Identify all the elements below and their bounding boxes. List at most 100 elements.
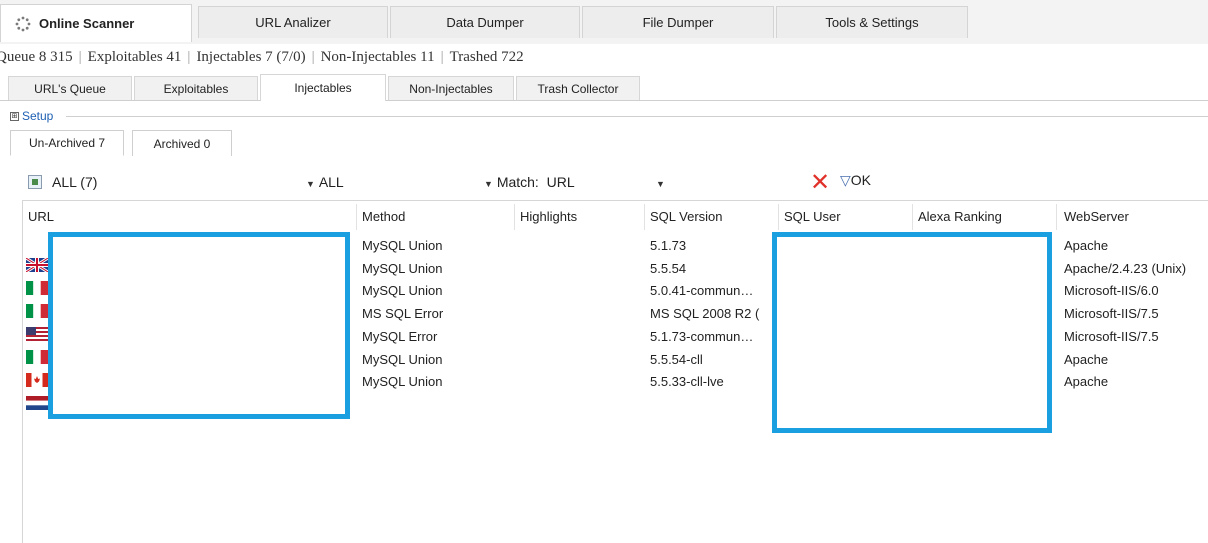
stat-non-injectables: Non-Injectables 11: [320, 48, 435, 65]
cell-method: MySQL Union: [362, 261, 443, 276]
tab-label: Non-Injectables: [409, 81, 493, 96]
cell-sql-version: 5.1.73-commun…: [650, 329, 754, 344]
column-header-webserver[interactable]: WebServer: [1058, 206, 1208, 228]
tab-label: Archived 0: [153, 136, 211, 151]
stat-exploitables: Exploitables 41: [87, 48, 182, 65]
header-label: Highlights: [520, 209, 578, 224]
cell-webserver: Apache: [1064, 374, 1109, 389]
tab-label: URL's Queue: [34, 81, 106, 96]
tab-urls-queue[interactable]: URL's Queue: [8, 76, 132, 100]
sub-tab-bar: URL's Queue Exploitables Injectables Non…: [0, 74, 1208, 101]
tab-label: Online Scanner: [39, 16, 135, 31]
header-label: Method: [362, 209, 406, 224]
column-header-sql-version[interactable]: SQL Version: [644, 206, 778, 228]
flag-ca-icon: [26, 373, 48, 387]
header-label: URL: [28, 209, 55, 224]
cell-webserver: Apache: [1064, 238, 1109, 253]
cell-webserver: Apache/2.4.23 (Unix): [1064, 261, 1187, 276]
cell-webserver: Microsoft-IIS/7.5: [1064, 306, 1159, 321]
flag-nl-icon: [26, 396, 48, 410]
tab-label: Exploitables: [163, 81, 229, 96]
cell-sql-version: 5.5.54-cll: [650, 352, 703, 367]
tab-label: File Dumper: [642, 15, 714, 30]
cell-method: MySQL Union: [362, 352, 443, 367]
tab-label: Trash Collector: [537, 81, 619, 96]
stats-bar: Queue 8 315 | Exploitables 41 | Injectab…: [0, 44, 1208, 70]
header-label: SQL User: [784, 209, 841, 224]
column-header-method[interactable]: Method: [356, 206, 514, 228]
stat-queue: Queue 8 315: [0, 48, 73, 65]
tab-label: Un-Archived 7: [28, 136, 106, 150]
apply-filter-icon: ▽: [840, 172, 851, 188]
cell-sql-version: MS SQL 2008 R2 (: [650, 306, 760, 321]
cell-method: MySQL Error: [362, 329, 438, 344]
match-label: Match:: [496, 174, 539, 190]
cell-method: MySQL Union: [362, 374, 443, 389]
grid-icon: [28, 175, 42, 189]
stat-injectables: Injectables 7 (7/0): [196, 48, 306, 65]
tab-data-dumper[interactable]: Data Dumper: [390, 6, 580, 38]
column-separator[interactable]: [1056, 204, 1057, 230]
tab-trash-collector[interactable]: Trash Collector: [516, 76, 640, 100]
flag-it-icon: [26, 281, 48, 295]
cell-webserver: Apache: [1064, 352, 1109, 367]
filter-bar: ALL (7) ▼ ALL ▼ Match: URL ▼ ✕ ▽OK: [0, 166, 1208, 196]
flag-it-icon: [26, 350, 48, 364]
setup-group-toggle[interactable]: ⊞ Setup: [10, 109, 53, 123]
separator: |: [311, 48, 315, 65]
spinner-icon: [15, 16, 31, 32]
cell-sql-version: 5.1.73: [650, 238, 687, 253]
divider: [66, 116, 1208, 117]
header-label: SQL Version: [650, 209, 723, 224]
dropdown-arrow-icon: ▼: [484, 179, 493, 189]
expand-icon: ⊞: [10, 111, 19, 121]
setup-label: Setup: [22, 109, 54, 123]
separator: |: [78, 48, 82, 65]
column-header-url[interactable]: URL: [22, 206, 356, 228]
tab-injectables[interactable]: Injectables: [260, 74, 386, 101]
match-dropdown-arrow[interactable]: ▼: [656, 174, 665, 190]
tab-online-scanner[interactable]: Online Scanner: [0, 4, 192, 42]
dropdown-arrow-icon: ▼: [656, 179, 665, 189]
tab-tools-settings[interactable]: Tools & Settings: [776, 6, 968, 38]
tab-label: URL Analizer: [255, 15, 331, 30]
tab-label: Injectables: [294, 81, 352, 95]
delete-icon[interactable]: ✕: [810, 168, 830, 197]
second-filter-value: ALL: [318, 174, 344, 190]
tab-archived[interactable]: Archived 0: [132, 130, 232, 156]
view-filter-dropdown[interactable]: ALL (7): [52, 174, 97, 190]
tab-un-archived[interactable]: Un-Archived 7: [10, 130, 124, 156]
cell-method: MySQL Union: [362, 238, 443, 253]
second-filter-dropdown[interactable]: ▼ ALL: [306, 174, 344, 190]
cell-method: MS SQL Error: [362, 306, 444, 321]
view-filter-value: ALL (7): [52, 174, 98, 190]
cell-webserver: Microsoft-IIS/6.0: [1064, 283, 1159, 298]
tab-exploitables[interactable]: Exploitables: [134, 76, 258, 100]
cell-sql-version: 5.5.54: [650, 261, 687, 276]
column-header-alexa-ranking[interactable]: Alexa Ranking: [912, 206, 1056, 228]
cell-method: MySQL Union: [362, 283, 443, 298]
tab-non-injectables[interactable]: Non-Injectables: [388, 76, 514, 100]
flag-it-icon: [26, 304, 48, 318]
match-value: URL: [546, 174, 575, 190]
flag-us-icon: [26, 327, 48, 341]
column-header-highlights[interactable]: Highlights: [514, 206, 644, 228]
tab-file-dumper[interactable]: File Dumper: [582, 6, 774, 38]
match-dropdown[interactable]: ▼ Match: URL: [484, 174, 575, 190]
header-label: WebServer: [1064, 209, 1129, 224]
redaction-box-url: [48, 232, 350, 419]
cell-sql-version: 5.5.33-cll-lve: [650, 374, 724, 389]
header-label: Alexa Ranking: [918, 209, 1002, 224]
separator: |: [440, 48, 444, 65]
separator: |: [187, 48, 191, 65]
tab-url-analizer[interactable]: URL Analizer: [198, 6, 388, 38]
dropdown-arrow-icon: ▼: [306, 179, 315, 189]
apply-filter-button[interactable]: ▽OK: [840, 172, 871, 189]
tab-label: Tools & Settings: [825, 15, 919, 30]
redaction-box-sql-user: [772, 232, 1052, 433]
ok-label: OK: [850, 172, 872, 188]
cell-webserver: Microsoft-IIS/7.5: [1064, 329, 1159, 344]
column-header-sql-user[interactable]: SQL User: [778, 206, 912, 228]
tab-label: Data Dumper: [446, 15, 524, 30]
main-tab-bar: Online Scanner URL Analizer Data Dumper …: [0, 0, 1208, 44]
